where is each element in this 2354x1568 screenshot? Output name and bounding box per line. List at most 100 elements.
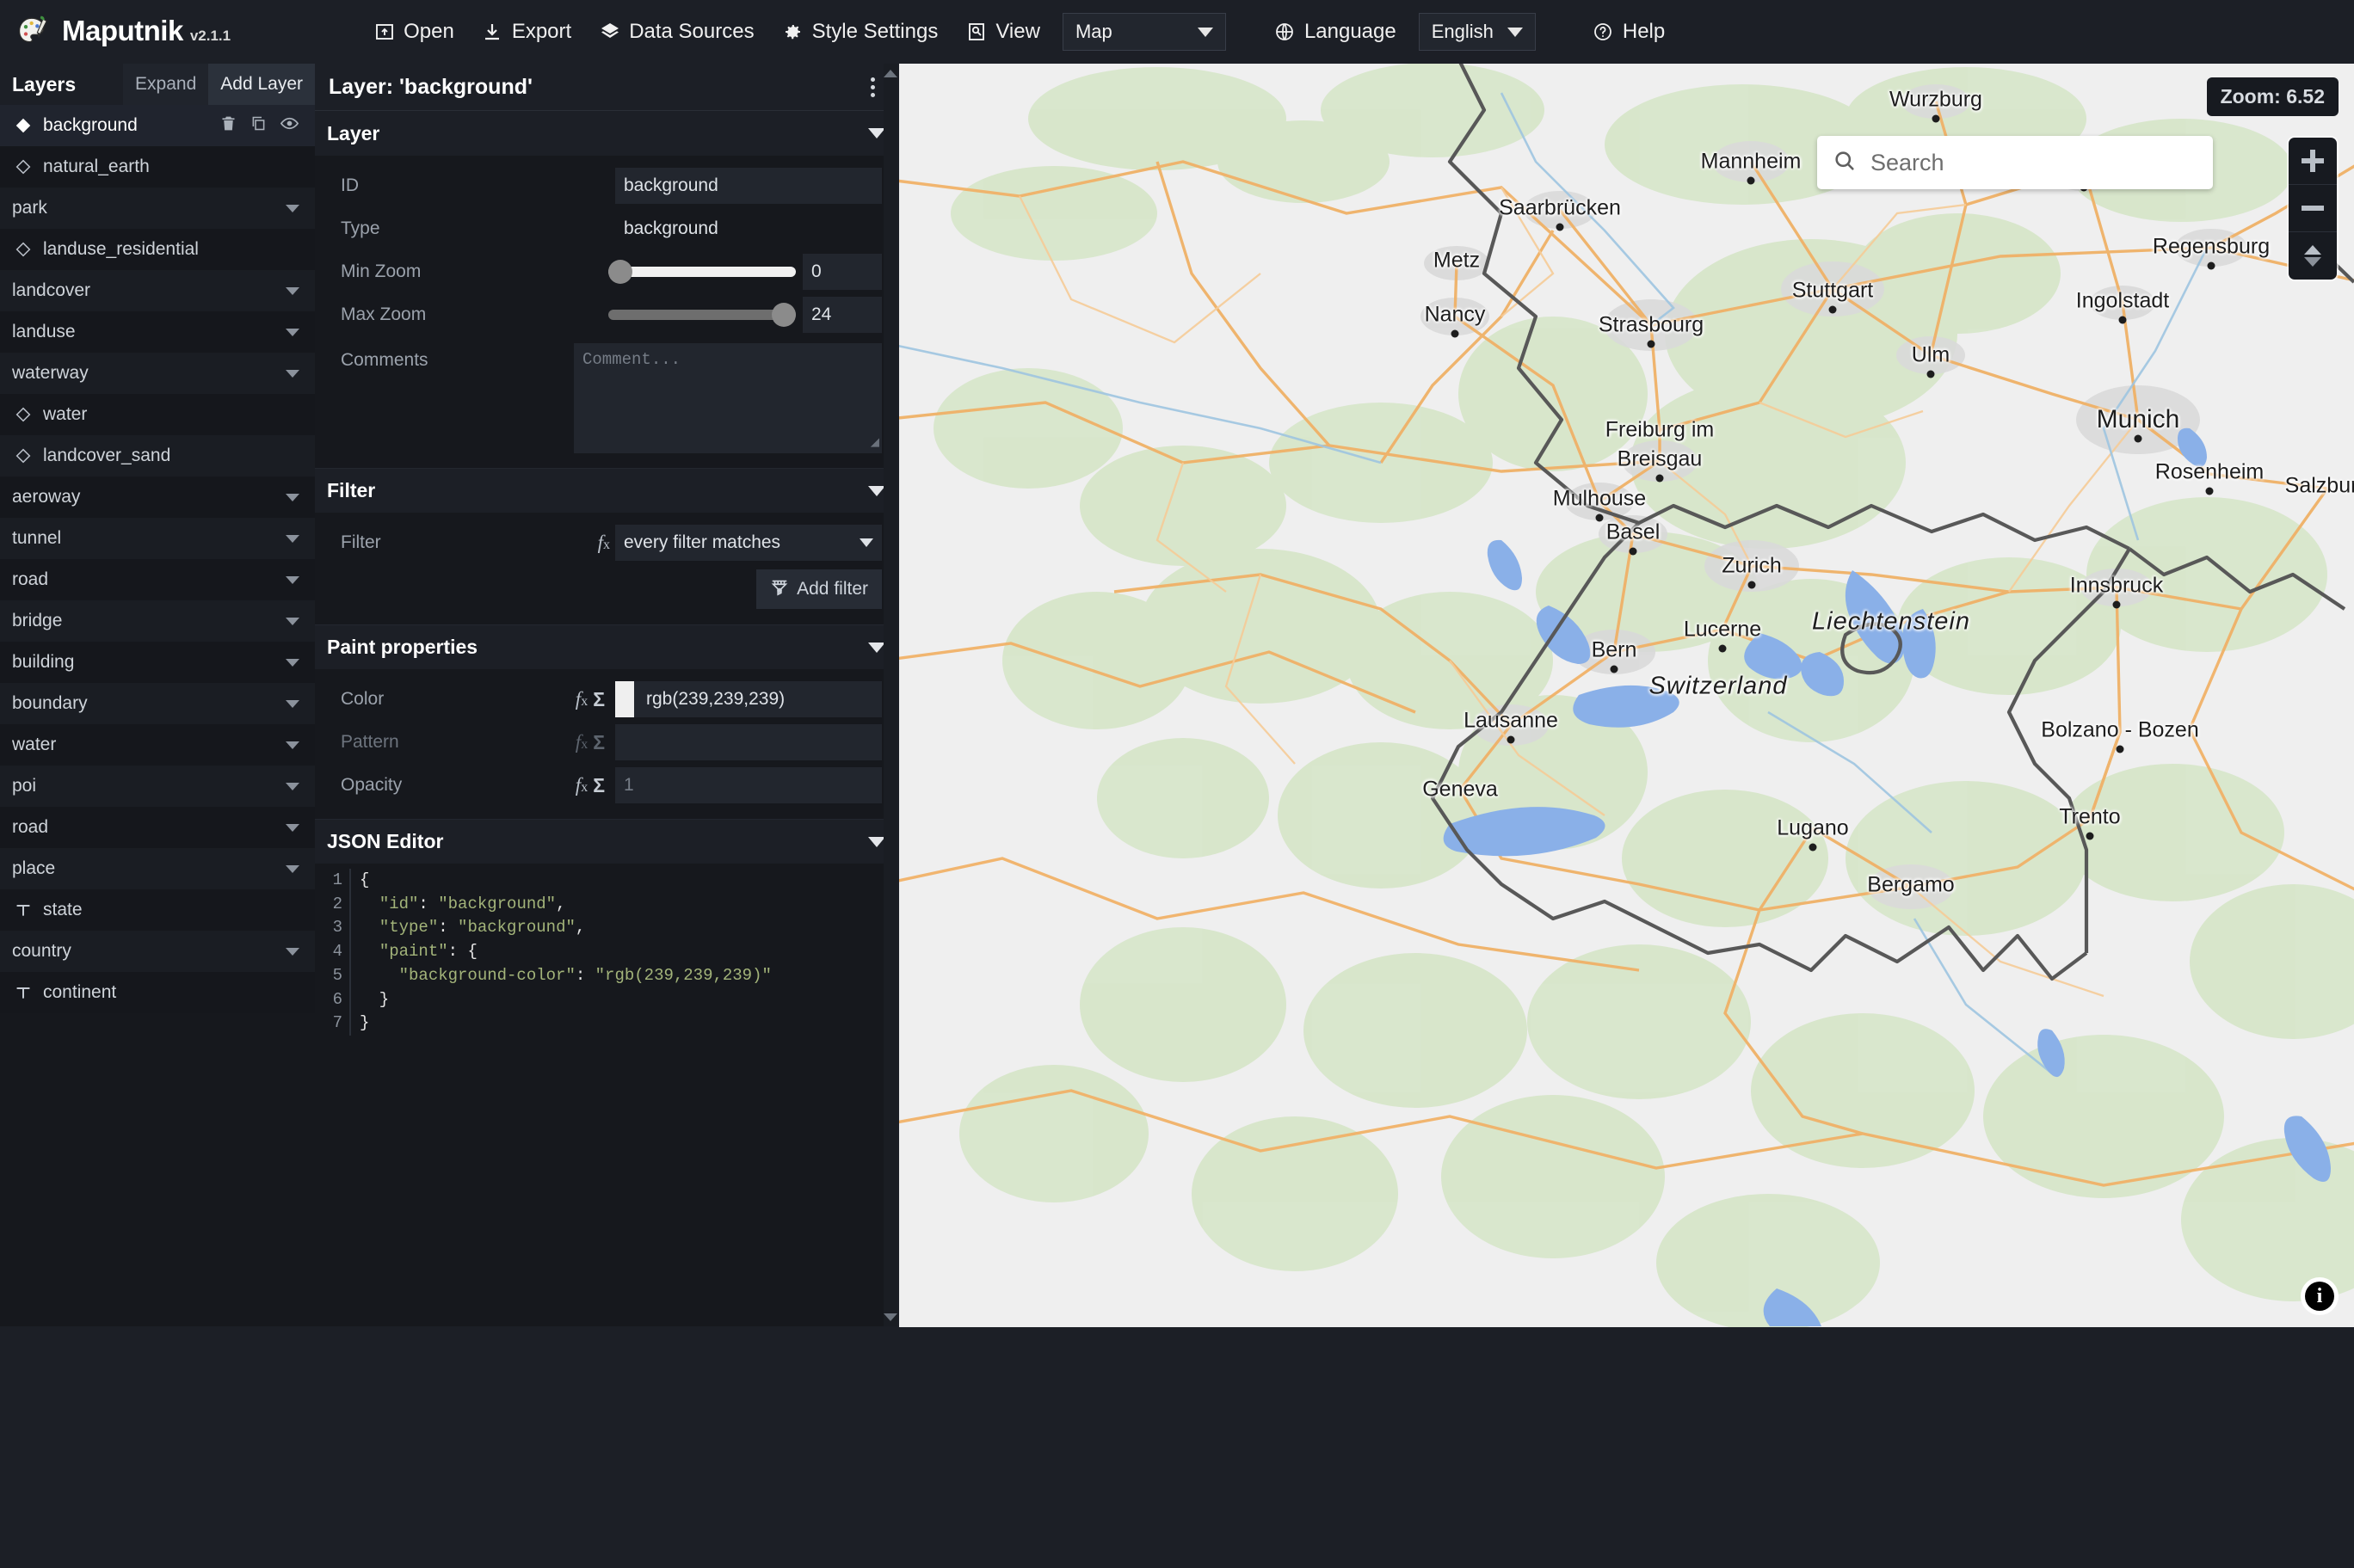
kebab-menu-icon[interactable] bbox=[862, 72, 884, 102]
expand-layers-button[interactable]: Expand bbox=[123, 64, 209, 105]
layer-row-natural-earth[interactable]: natural_earth bbox=[0, 146, 315, 188]
section-header-layer[interactable]: Layer bbox=[315, 111, 897, 156]
add-filter-button[interactable]: Add filter bbox=[756, 569, 882, 609]
background-color-input[interactable]: rgb(239,239,239) bbox=[615, 681, 882, 717]
layer-row-tunnel-group[interactable]: tunnel bbox=[0, 518, 315, 559]
layer-row-aeroway-group[interactable]: aeroway bbox=[0, 477, 315, 518]
map-viewport[interactable]: WurzburgMannheimNurembergSaarbrückenRege… bbox=[899, 58, 2354, 1327]
section-header-paint[interactable]: Paint properties bbox=[315, 624, 897, 669]
layer-row-road-group[interactable]: road bbox=[0, 807, 315, 848]
max-zoom-slider[interactable] bbox=[608, 297, 796, 333]
layer-row-building-group[interactable]: building bbox=[0, 642, 315, 683]
layer-row-place-group[interactable]: place bbox=[0, 848, 315, 889]
sigma-expression-icon[interactable]: Σ bbox=[593, 774, 605, 797]
chevron-down-icon[interactable] bbox=[286, 575, 299, 584]
section-body-paint: Color fx Σ rgb(239,239,239) Pattern fx Σ… bbox=[315, 669, 897, 819]
json-code-content[interactable]: { "id": "background", "type": "backgroun… bbox=[349, 869, 897, 1036]
export-label: Export bbox=[511, 20, 572, 43]
layer-row-state[interactable]: state bbox=[0, 889, 315, 931]
chevron-down-icon[interactable] bbox=[286, 658, 299, 667]
map-city-label: Ingolstadt bbox=[2075, 288, 2170, 313]
data-sources-label: Data Sources bbox=[629, 20, 755, 43]
add-layer-button[interactable]: Add Layer bbox=[208, 64, 315, 105]
chevron-down-icon[interactable] bbox=[286, 534, 299, 543]
layer-row-bridge-group[interactable]: bridge bbox=[0, 600, 315, 642]
background-opacity-input[interactable]: 1 bbox=[615, 767, 882, 803]
chevron-down-icon[interactable] bbox=[286, 617, 299, 625]
layer-row-water-group[interactable]: water bbox=[0, 724, 315, 766]
layer-row-landuse-group[interactable]: landuse bbox=[0, 311, 315, 353]
field-pattern: Pattern fx Σ bbox=[315, 721, 897, 764]
layer-row-landuse-residential[interactable]: landuse_residential bbox=[0, 229, 315, 270]
data-sources-button[interactable]: Data Sources bbox=[585, 13, 767, 51]
chevron-down-icon[interactable] bbox=[286, 369, 299, 378]
app-version: v2.1.1 bbox=[189, 28, 231, 44]
chevron-down-icon[interactable] bbox=[286, 328, 299, 336]
map-info-button[interactable]: i bbox=[2301, 1277, 2339, 1315]
map-city-label: Lucerne bbox=[1683, 617, 1762, 642]
layer-row-park-group[interactable]: park bbox=[0, 188, 315, 229]
color-swatch[interactable] bbox=[615, 681, 634, 717]
tilt-compass-button[interactable] bbox=[2289, 232, 2337, 280]
chevron-down-icon[interactable] bbox=[286, 741, 299, 749]
export-button[interactable]: Export bbox=[468, 13, 585, 51]
layer-row-country-group[interactable]: country bbox=[0, 931, 315, 972]
editor-scrollbar[interactable] bbox=[884, 64, 897, 1326]
sigma-expression-icon[interactable]: Σ bbox=[593, 688, 605, 711]
min-zoom-input[interactable]: 0 bbox=[803, 254, 882, 290]
background-pattern-input[interactable] bbox=[615, 724, 882, 760]
chevron-down-icon[interactable] bbox=[286, 823, 299, 832]
language-select[interactable]: English bbox=[1418, 13, 1536, 51]
eye-icon[interactable] bbox=[280, 114, 299, 138]
layer-row-poi-group[interactable]: poi bbox=[0, 766, 315, 807]
style-settings-button[interactable]: Style Settings bbox=[768, 13, 952, 51]
layer-row-landcover-sand[interactable]: landcover_sand bbox=[0, 435, 315, 477]
function-fx-icon[interactable]: fx bbox=[576, 774, 588, 796]
layer-row-water[interactable]: water bbox=[0, 394, 315, 435]
max-zoom-input[interactable]: 24 bbox=[803, 297, 882, 333]
scroll-up-arrow-icon[interactable] bbox=[884, 65, 897, 81]
filter-match-select[interactable]: every filter matches bbox=[615, 525, 882, 561]
section-title-layer: Layer bbox=[327, 121, 380, 145]
chevron-down-icon[interactable] bbox=[286, 286, 299, 295]
chevron-down-icon[interactable] bbox=[286, 204, 299, 212]
layer-row-background[interactable]: background bbox=[0, 105, 315, 146]
trash-icon[interactable] bbox=[219, 114, 237, 138]
compass-tilt-icon bbox=[2304, 245, 2321, 267]
layer-row-road-group[interactable]: road bbox=[0, 559, 315, 600]
copy-icon[interactable] bbox=[250, 114, 268, 138]
chevron-down-icon[interactable] bbox=[286, 699, 299, 708]
section-header-json[interactable]: JSON Editor bbox=[315, 819, 897, 864]
search-input[interactable]: Search bbox=[1870, 150, 1944, 176]
view-mode-select[interactable]: Map bbox=[1062, 13, 1226, 51]
function-fx-icon[interactable]: fx bbox=[598, 532, 610, 554]
help-button[interactable]: Help bbox=[1579, 13, 1679, 51]
layer-row-continent[interactable]: continent bbox=[0, 972, 315, 1013]
min-zoom-slider[interactable] bbox=[608, 254, 796, 290]
layer-row-waterway-group[interactable]: waterway bbox=[0, 353, 315, 394]
chevron-down-icon[interactable] bbox=[286, 947, 299, 956]
chevron-down-icon[interactable] bbox=[286, 782, 299, 790]
chevron-down-icon bbox=[868, 642, 885, 653]
chevron-down-icon[interactable] bbox=[286, 864, 299, 873]
chevron-down-icon[interactable] bbox=[286, 493, 299, 501]
layer-row-landcover-group[interactable]: landcover bbox=[0, 270, 315, 311]
function-fx-icon[interactable]: fx bbox=[576, 688, 588, 710]
function-fx-icon[interactable]: fx bbox=[576, 731, 588, 753]
layer-row-boundary-group[interactable]: boundary bbox=[0, 683, 315, 724]
resize-grip-icon[interactable]: ◢ bbox=[871, 434, 879, 452]
sigma-expression-icon[interactable]: Σ bbox=[593, 731, 605, 754]
zoom-out-button[interactable] bbox=[2289, 185, 2337, 232]
language-button[interactable]: Language bbox=[1260, 13, 1410, 51]
view-button[interactable]: View bbox=[952, 13, 1054, 51]
layer-id-input[interactable]: background bbox=[615, 168, 882, 204]
comments-textarea[interactable]: Comment... ◢ bbox=[574, 343, 882, 453]
section-header-filter[interactable]: Filter bbox=[315, 468, 897, 513]
download-icon bbox=[482, 22, 503, 43]
zoom-in-button[interactable] bbox=[2289, 138, 2337, 185]
scroll-down-arrow-icon[interactable] bbox=[884, 1309, 897, 1325]
map-search-box[interactable]: Search bbox=[1817, 136, 2213, 189]
layer-row-label: boundary bbox=[12, 693, 88, 713]
json-editor[interactable]: 1234567 { "id": "background", "type": "b… bbox=[315, 864, 897, 1036]
open-button[interactable]: Open bbox=[360, 13, 468, 51]
